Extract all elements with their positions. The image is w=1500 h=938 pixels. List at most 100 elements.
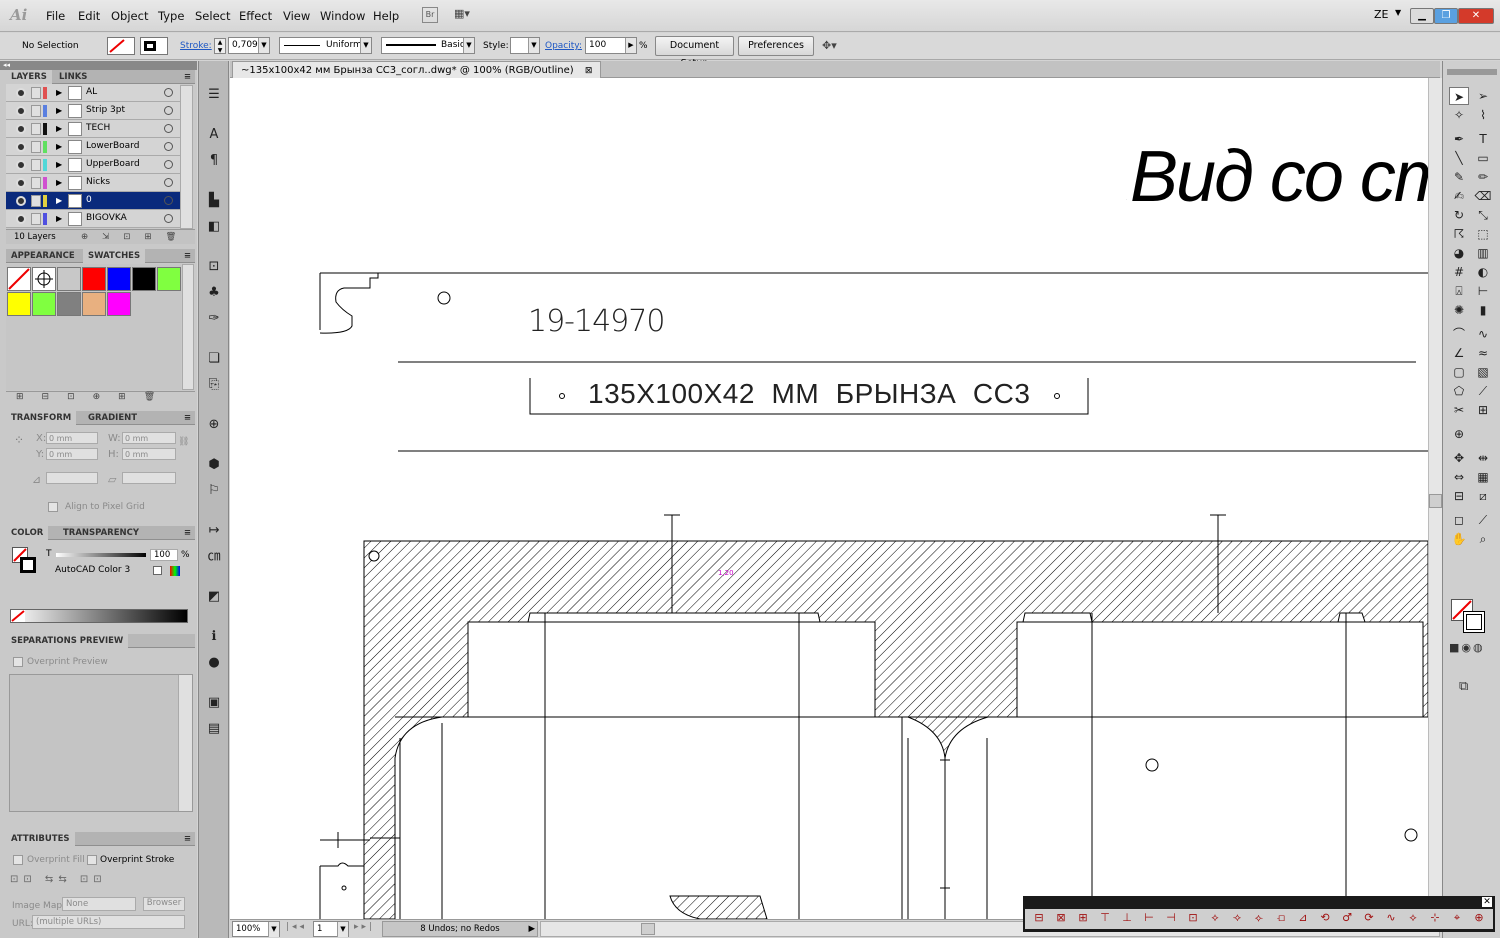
swatch[interactable] <box>82 267 106 291</box>
layer-row[interactable]: ▶ Nicks <box>6 174 180 192</box>
lock-toggle[interactable] <box>31 105 41 117</box>
overprint-stroke-checkbox[interactable] <box>87 855 97 865</box>
tab-transform[interactable]: TRANSFORM <box>6 411 77 425</box>
cad-tool-icon[interactable]: ♂ <box>1337 911 1357 927</box>
cad-tool-icon[interactable]: ⊿ <box>1293 911 1313 927</box>
swatch[interactable] <box>7 292 31 316</box>
last-page-icon[interactable]: ▸▸| <box>354 922 375 932</box>
scroll-thumb[interactable] <box>1429 494 1442 508</box>
cad-tool-icon[interactable]: ⟡ <box>1403 911 1423 927</box>
layers-scrollbar[interactable] <box>180 85 193 229</box>
arrange-documents-icon[interactable]: ▦▾ <box>454 7 482 23</box>
warp-tool-icon[interactable]: ☈ <box>1449 225 1469 243</box>
cad-cut-tool-icon[interactable]: ✂ <box>1449 401 1469 419</box>
panel-menu-icon[interactable]: ☰ <box>204 85 224 105</box>
tab-appearance[interactable]: APPEARANCE <box>6 249 80 263</box>
cad-tool-icon[interactable]: ⌖ <box>1447 911 1467 927</box>
menu-help[interactable]: Help <box>373 9 399 23</box>
cad-tool-icon[interactable]: ⟲ <box>1315 911 1335 927</box>
swatch[interactable] <box>82 292 106 316</box>
swatch[interactable] <box>7 267 31 291</box>
stroke-swatch[interactable] <box>140 37 168 55</box>
tab-layers[interactable]: LAYERS <box>6 70 52 84</box>
navigator-icon[interactable]: ⊕ <box>204 415 224 435</box>
rectangle-tool-icon[interactable]: ▭ <box>1473 149 1493 167</box>
cad-tool-icon[interactable]: ⊹ <box>1425 911 1445 927</box>
measure-tool-icon[interactable]: ⊢ <box>1473 282 1493 300</box>
menu-type[interactable]: Type <box>158 9 184 23</box>
tint-field[interactable]: 100 <box>150 549 178 561</box>
info-icon[interactable]: ℹ <box>204 627 224 647</box>
target-circle-icon[interactable] <box>164 124 173 133</box>
grid-tool-icon[interactable]: ▦ <box>1473 468 1493 486</box>
symbols-icon[interactable]: ♣ <box>204 283 224 303</box>
attribute-buttons-icon[interactable]: ⊡⊡ ⇆⇆ ⊡⊡ <box>10 874 190 892</box>
swatches-scrollbar[interactable] <box>182 264 194 390</box>
eyedropper-tool-icon[interactable]: ⍓ <box>1449 282 1469 300</box>
target-circle-icon[interactable] <box>164 88 173 97</box>
document-tab[interactable]: ~135x100x42 мм Брынза СС3_согл..dwg* @ 1… <box>232 61 602 78</box>
zoom-dropdown[interactable]: 100% ▼ <box>232 921 280 937</box>
layer-row[interactable]: ▶ Strip 3pt <box>6 102 180 120</box>
align-pixel-grid-checkbox[interactable] <box>48 502 58 512</box>
swatch[interactable] <box>32 267 56 291</box>
expand-triangle-icon[interactable]: ▶ <box>56 174 62 191</box>
align-icon[interactable]: ▙ <box>204 191 224 211</box>
graphic-style-dropdown[interactable]: ▼ <box>510 37 540 54</box>
opacity-label[interactable]: Opacity: <box>545 37 582 56</box>
cad-tool-icon[interactable]: ∿ <box>1381 911 1401 927</box>
panel-menu-icon[interactable]: ≡ <box>184 832 191 846</box>
lock-toggle[interactable] <box>31 141 41 153</box>
constrain-proportions-icon[interactable]: ⛓ <box>178 437 189 447</box>
target-circle-icon[interactable] <box>164 214 173 223</box>
lock-toggle[interactable] <box>31 213 41 225</box>
swatch[interactable] <box>32 292 56 316</box>
collapse-panels-icon[interactable]: ◂◂ <box>0 61 197 70</box>
stroke-label[interactable]: Stroke: <box>180 37 212 56</box>
cad-tool-icon[interactable]: ⊕ <box>1469 911 1489 927</box>
y-field[interactable]: 0 mm <box>46 448 98 460</box>
cad-rect-tool-icon[interactable]: ▢ <box>1449 363 1469 381</box>
layer-row[interactable]: ▶ TECH <box>6 120 180 138</box>
tab-gradient[interactable]: GRADIENT <box>83 411 142 425</box>
color-mode-icon[interactable] <box>170 566 180 576</box>
paintbrush-tool-icon[interactable]: ✎ <box>1449 168 1469 186</box>
target-circle-icon[interactable] <box>164 142 173 151</box>
symbol-sprayer-tool-icon[interactable]: ✺ <box>1449 301 1469 319</box>
menu-edit[interactable]: Edit <box>78 9 100 23</box>
blob-brush-tool-icon[interactable]: ✍ <box>1449 187 1469 205</box>
tab-color[interactable]: COLOR <box>6 526 49 540</box>
cad-tool-icon[interactable]: ⟤ <box>1271 911 1291 927</box>
image-maps-dropdown[interactable]: None <box>62 897 136 911</box>
cad-dim-tool-icon[interactable]: ⊞ <box>1473 401 1493 419</box>
visibility-eye-icon[interactable] <box>16 124 26 134</box>
url-field[interactable]: (multiple URLs) <box>32 915 185 929</box>
actions-icon[interactable]: ▣ <box>204 693 224 713</box>
hand-tool-icon[interactable]: ✋ <box>1449 530 1469 548</box>
target-circle-icon[interactable] <box>164 106 173 115</box>
pen-tool-icon[interactable]: ✒ <box>1449 130 1469 148</box>
close-button[interactable]: ✕ <box>1458 8 1494 24</box>
first-page-icon[interactable]: |◂◂ <box>286 922 307 932</box>
layer-row[interactable]: ▶ UpperBoard <box>6 156 180 174</box>
slice-tool-icon[interactable]: ⧄ <box>1473 487 1493 505</box>
layer-row[interactable]: ▶ AL <box>6 84 180 102</box>
panel-menu-icon[interactable]: ≡ <box>184 411 191 425</box>
swatch[interactable] <box>57 292 81 316</box>
expand-triangle-icon[interactable]: ▶ <box>56 102 62 119</box>
move-tool-icon[interactable]: ✥ <box>1449 449 1469 467</box>
lock-toggle[interactable] <box>31 87 41 99</box>
arrow-icon[interactable]: ↦ <box>204 521 224 541</box>
target-circle-icon[interactable] <box>164 178 173 187</box>
cad-line-tool-icon[interactable]: ⟋ <box>1473 382 1493 400</box>
tab-swatches[interactable]: SWATCHES <box>83 249 146 263</box>
artboard-canvas[interactable]: 1,20 · Вид со сто 19-14970 135X100X42 MM… <box>230 78 1428 919</box>
cad-tool-icon[interactable]: ⊠ <box>1051 911 1071 927</box>
pencil-tool-icon[interactable]: ✏ <box>1473 168 1493 186</box>
out-of-gamut-icon[interactable] <box>153 566 162 575</box>
overprint-fill-checkbox[interactable] <box>13 855 23 865</box>
paragraph-icon[interactable]: ¶ <box>204 151 224 171</box>
column-graph-tool-icon[interactable]: ▮ <box>1473 301 1493 319</box>
variable-width-profile-dropdown[interactable]: Uniform ▼ <box>279 37 372 54</box>
menu-view[interactable]: View <box>283 9 310 23</box>
